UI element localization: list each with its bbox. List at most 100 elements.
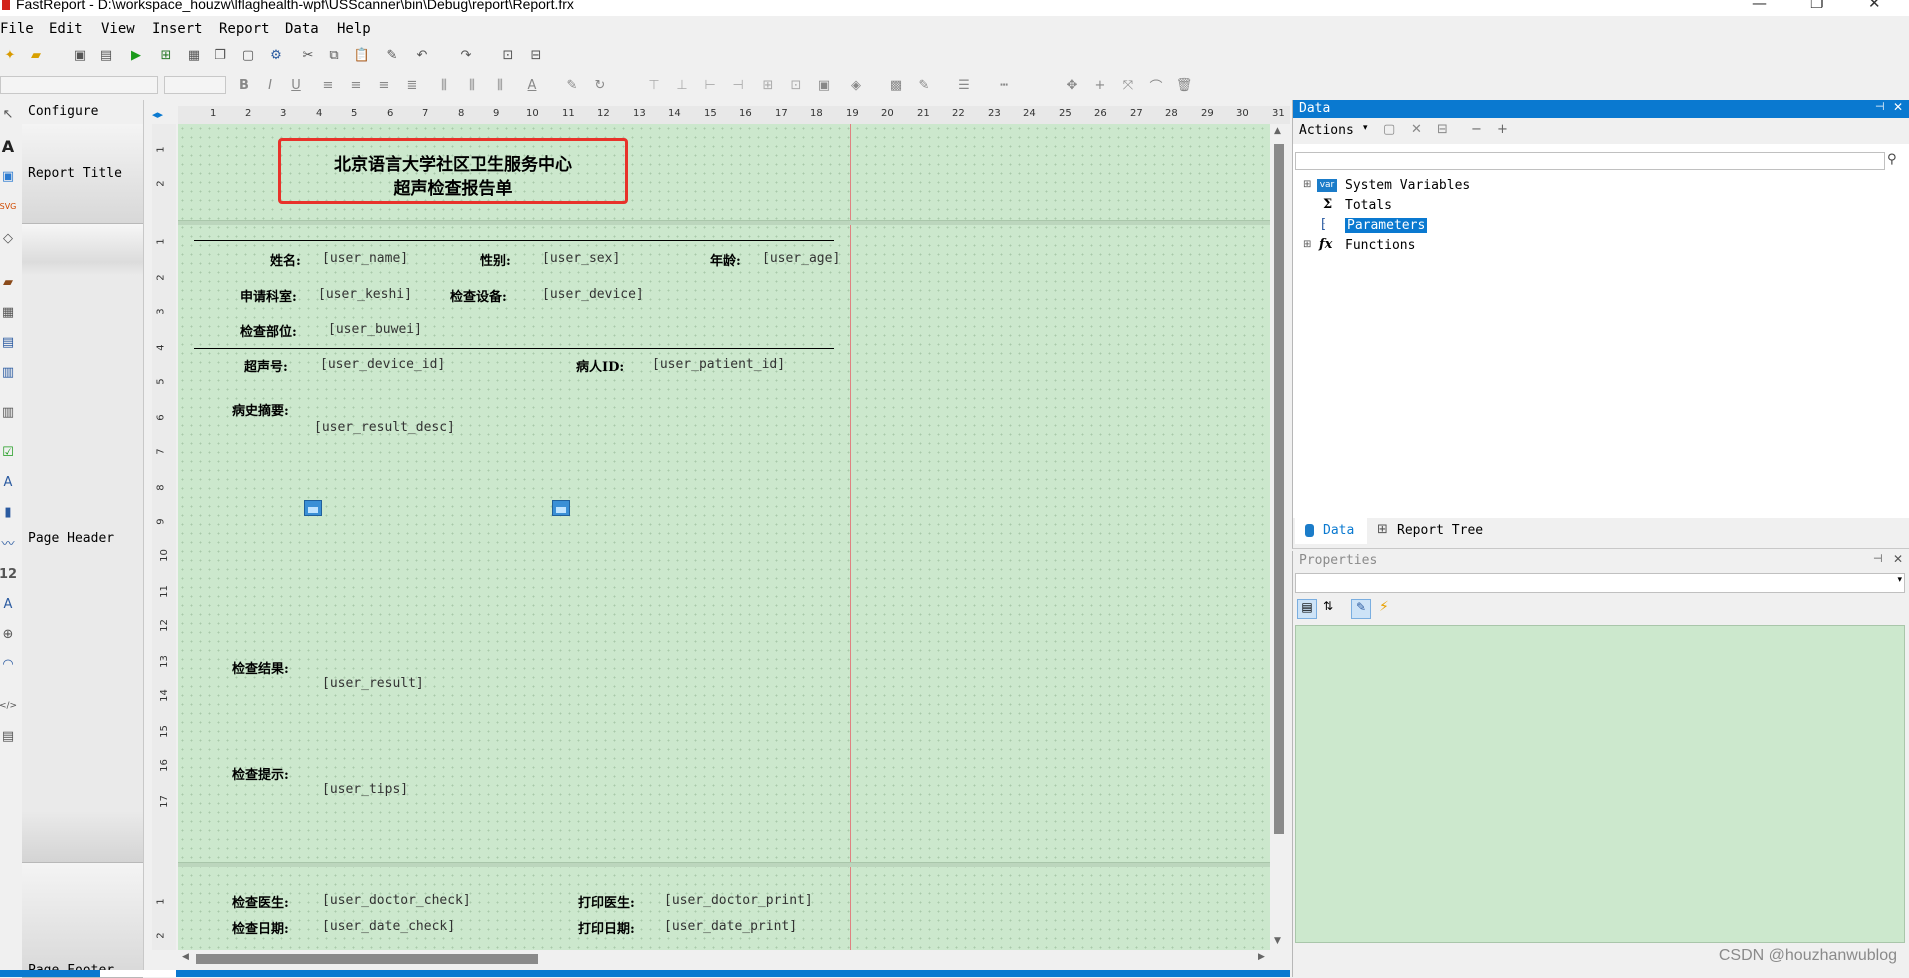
sort-az-icon[interactable]: ⇅ [1323,599,1333,613]
border-all-icon[interactable]: ⊞ [760,77,776,93]
data-search-input[interactable] [1295,152,1885,170]
band-page-header[interactable]: Page Header [22,224,143,863]
object-selector-combo[interactable]: ▾ [1295,573,1905,593]
picture-object-icon[interactable]: ▣ [0,168,16,184]
picture-placeholder-icon[interactable] [552,500,570,516]
menu-edit[interactable]: Edit [49,21,83,37]
doctor-check-label[interactable]: 检查医生: [232,892,289,911]
tab-data[interactable]: Data [1295,518,1367,544]
tree-item-system-variables[interactable]: System Variables [1345,178,1470,193]
tab-report-tree[interactable]: Report Tree [1397,523,1483,538]
tree-item-parameters[interactable]: Parameters [1345,218,1428,233]
delete-item-icon[interactable]: ✕ [1411,122,1422,137]
zip-code-icon[interactable]: 12 [0,566,17,582]
collapse-icon[interactable]: − [1471,122,1482,137]
dropdown-arrow-icon[interactable]: ▾ [1897,575,1902,585]
highlight-icon[interactable]: ✎ [564,77,580,93]
scroll-right-icon[interactable]: ▶ [1258,952,1265,962]
close-button[interactable]: ✕ [1868,0,1881,12]
line-style-icon[interactable]: ┅ [996,77,1012,93]
border-left-icon[interactable]: ⊢ [702,77,718,93]
align-right-icon[interactable]: ≡ [376,77,392,93]
date-check-label[interactable]: 检查日期: [232,918,289,937]
delete-icon[interactable]: 🗑 [1176,77,1193,93]
text-object-icon[interactable]: A [0,137,16,156]
tree-item-functions[interactable]: Functions [1345,238,1415,253]
doctor-print-field[interactable]: [user_doctor_print] [664,893,813,908]
us-number-label[interactable]: 超声号: [244,356,288,375]
rich-text-icon[interactable]: A [0,474,16,490]
add-line-icon[interactable]: + [1092,77,1108,93]
date-check-field[interactable]: [user_date_check] [322,919,455,934]
open-icon[interactable]: ▰ [28,47,44,63]
border-none-icon[interactable]: ⊡ [788,77,804,93]
valign-bottom-icon[interactable]: ⫼ [492,77,508,93]
underline-icon[interactable]: U [288,77,304,93]
cellular-text-icon[interactable]: ▥ [0,364,16,380]
menu-help[interactable]: Help [337,21,371,37]
map-object-icon[interactable]: ⊕ [0,626,16,642]
border-right-icon[interactable]: ⊣ [730,77,746,93]
band-report-title[interactable]: Report Title [22,124,143,224]
sex-label[interactable]: 性别: [480,250,511,269]
name-label[interactable]: 姓名: [270,250,301,269]
horizontal-scrollbar[interactable]: ◀ ▶ [178,950,1290,968]
fill-pattern-icon[interactable]: ▩ [888,77,904,93]
checkbox-object-icon[interactable]: ☑ [0,444,16,460]
page-setup-icon[interactable]: ⚙ [268,47,284,63]
result-label[interactable]: 检查结果: [232,658,289,677]
border-bottom-icon[interactable]: ⊥ [674,77,690,93]
date-print-label[interactable]: 打印日期: [578,918,635,937]
ruler-corner-arrows-icon[interactable]: ◂▸ [152,108,163,121]
history-field[interactable]: [user_result_desc] [314,420,455,435]
ungroup-icon[interactable]: ⊟ [528,47,544,63]
save-all-icon[interactable]: ▤ [98,47,114,63]
pointer-icon[interactable]: ↖ [0,106,16,122]
result-field[interactable]: [user_result] [322,676,424,691]
format-painter-icon[interactable]: ✎ [384,47,400,63]
report-title-line1[interactable]: 北京语言大学社区卫生服务中心 [278,150,628,175]
maximize-button[interactable]: ❐ [1810,0,1823,12]
date-print-field[interactable]: [user_date_print] [664,919,797,934]
tips-field[interactable]: [user_tips] [322,782,408,797]
report-title-line2[interactable]: 超声检查报告单 [278,174,628,199]
bold-icon[interactable]: B [236,77,252,93]
band-page-footer[interactable]: Page Footer [22,863,143,978]
matrix-object-icon[interactable]: ▤ [0,334,16,350]
scroll-left-icon[interactable]: ◀ [182,952,189,962]
svg-object-icon[interactable]: SVG [0,198,16,214]
chart-object-icon[interactable]: ▮ [0,504,16,520]
expand-node-icon[interactable]: ⊞ [1303,239,1311,250]
italic-icon[interactable]: I [262,77,278,93]
expand-node-icon[interactable]: ⊞ [1303,179,1311,190]
history-label[interactable]: 病史摘要: [232,400,289,419]
redo-icon[interactable]: ↷ [458,47,474,63]
menu-view[interactable]: View [101,21,135,37]
table-object-icon[interactable]: ▦ [0,304,16,320]
sparkline-icon[interactable]: 〰 [0,534,16,552]
menu-data[interactable]: Data [285,21,319,37]
pin-icon[interactable]: ⊣ [1873,552,1883,565]
menu-file[interactable]: File [0,21,34,37]
page-tab[interactable] [100,970,176,977]
dropdown-arrow-icon[interactable]: ▾ [1363,123,1368,133]
align-center-icon[interactable]: ≡ [348,77,364,93]
paste-icon[interactable]: 📋 [354,47,370,63]
us-number-field[interactable]: [user_device_id] [320,357,445,372]
vertical-scrollbar[interactable]: ▲ ▼ [1270,124,1288,950]
font-name-combo[interactable] [0,76,158,94]
new-page-icon[interactable]: ⊞ [158,47,174,63]
categorized-icon[interactable]: ▤ [1297,599,1317,619]
border-top-icon[interactable]: ⊤ [646,77,662,93]
tree-item-totals[interactable]: Totals [1345,198,1392,213]
close-panel-icon[interactable]: ✕ [1893,552,1903,566]
save-icon[interactable]: ▣ [72,47,88,63]
edit-icon[interactable]: ▢ [1383,122,1395,137]
age-label[interactable]: 年龄: [710,250,741,269]
patient-id-field[interactable]: [user_patient_id] [652,357,785,372]
properties-wrench-icon[interactable]: ✎ [1351,599,1371,619]
close-panel-icon[interactable]: ✕ [1893,100,1903,114]
move-icon[interactable]: ✥ [1064,77,1080,93]
new-report-icon[interactable]: ✦ [2,47,18,63]
dept-label[interactable]: 申请科室: [240,286,297,305]
